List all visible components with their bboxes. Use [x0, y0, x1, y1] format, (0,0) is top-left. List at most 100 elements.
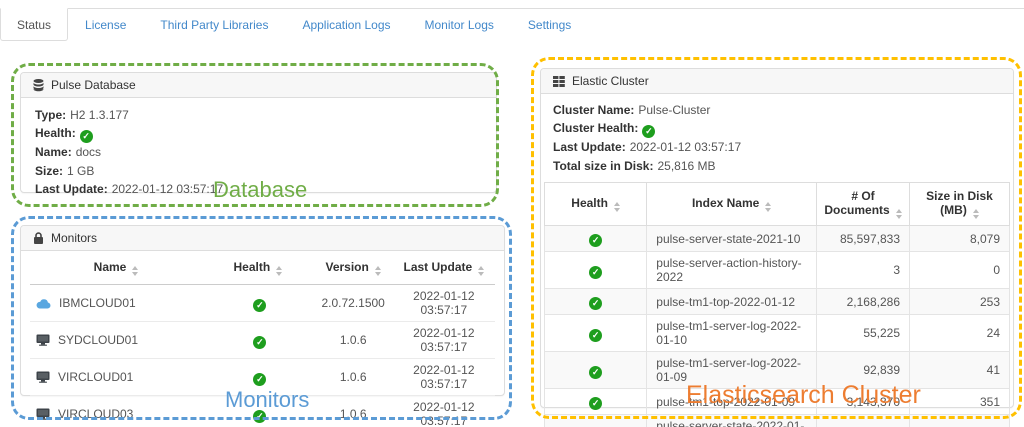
index-documents: 2,932,412 [817, 415, 910, 427]
monitor-last-update: 2022-01-12 03:57:17 [393, 285, 495, 322]
col-header-health[interactable]: Health [545, 183, 647, 226]
elastic-cluster-panel: Elastic Cluster Cluster Name Pulse-Cluste… [540, 68, 1014, 408]
tab-settings[interactable]: Settings [511, 9, 588, 41]
monitor-version: 2.0.72.1500 [314, 285, 393, 322]
index-size: 8,079 [910, 226, 1010, 252]
pulse-database-panel-header: Pulse Database [21, 73, 496, 98]
monitors-table-header-row: Name Health Version Last Update [30, 251, 495, 285]
field-value: 1 GB [67, 164, 94, 178]
col-header-version[interactable]: Version [314, 251, 393, 285]
elastic-cluster-panel-title: Elastic Cluster [572, 74, 649, 88]
db-health-field: Health [35, 124, 482, 143]
index-row[interactable]: pulse-tm1-top-2022-01-09 3,143,370 351 [545, 389, 1010, 415]
tab-license[interactable]: License [68, 9, 143, 41]
monitor-last-update: 2022-01-12 03:57:17 [393, 322, 495, 359]
tab-bar: Status License Third Party Libraries App… [0, 8, 1024, 41]
cluster-total-size-field: Total size in Disk 25,816 MB [553, 157, 1001, 175]
cluster-last-update-field: Last Update 2022-01-12 03:57:17 [553, 138, 1001, 156]
index-documents: 3,143,370 [817, 389, 910, 415]
col-header-name[interactable]: Name [30, 251, 202, 285]
monitor-row[interactable]: VIRCLOUD01 1.0.6 2022-01-12 03:57:17 [30, 359, 495, 396]
sort-icon[interactable] [276, 266, 282, 276]
monitor-name: VIRCLOUD01 [58, 370, 133, 384]
sort-icon[interactable] [132, 266, 138, 276]
tab-monitor-logs[interactable]: Monitor Logs [408, 9, 511, 41]
field-value: 25,816 MB [657, 159, 715, 173]
col-header-label: Health [234, 260, 271, 274]
db-last-update-field: Last Update 2022-01-12 03:57:17 [35, 180, 482, 198]
index-name: pulse-tm1-top-2022-01-09 [647, 389, 817, 415]
table-grid-icon [553, 76, 565, 87]
field-value: Pulse-Cluster [638, 103, 710, 117]
index-name: pulse-tm1-top-2022-01-12 [647, 289, 817, 315]
col-header-label: # Of Documents [824, 189, 889, 217]
index-row[interactable]: pulse-tm1-server-log-2022-01-09 92,839 4… [545, 352, 1010, 389]
db-name-field: Namedocs [35, 143, 482, 161]
index-name: pulse-server-action-history-2022 [647, 252, 817, 289]
check-circle-icon [589, 397, 602, 410]
field-label: Total size in Disk [553, 159, 653, 173]
sort-icon[interactable] [765, 202, 771, 212]
tab-application-logs[interactable]: Application Logs [285, 9, 407, 41]
col-header-last-update[interactable]: Last Update [393, 251, 495, 285]
cluster-health-field: Cluster Health [553, 119, 1001, 138]
field-label: Last Update [553, 140, 626, 154]
field-label: Size [35, 164, 63, 178]
database-icon [33, 79, 44, 92]
col-header-health[interactable]: Health [202, 251, 314, 285]
monitors-table: Name Health Version Last Update IBMCLOUD… [30, 251, 495, 427]
index-documents: 92,839 [817, 352, 910, 389]
sort-icon[interactable] [375, 266, 381, 276]
cloud-icon [36, 298, 51, 309]
index-row[interactable]: pulse-server-state-2021-10 85,597,833 8,… [545, 226, 1010, 252]
monitor-row[interactable]: SYDCLOUD01 1.0.6 2022-01-12 03:57:17 [30, 322, 495, 359]
field-label: Last Update [35, 182, 108, 196]
elastic-cluster-panel-header: Elastic Cluster [541, 69, 1013, 94]
col-header-size[interactable]: Size in Disk (MB) [910, 183, 1010, 226]
field-label: Cluster Name [553, 103, 634, 117]
index-documents: 55,225 [817, 315, 910, 352]
field-value: 2022-01-12 03:57:17 [630, 140, 741, 154]
db-type-field: TypeH2 1.3.177 [35, 106, 482, 124]
check-circle-icon [589, 266, 602, 279]
check-circle-icon [253, 410, 266, 423]
check-circle-icon [589, 366, 602, 379]
monitor-version: 1.0.6 [314, 322, 393, 359]
index-size: 0 [910, 252, 1010, 289]
check-circle-icon [589, 329, 602, 342]
index-row[interactable]: pulse-tm1-server-log-2022-01-10 55,225 2… [545, 315, 1010, 352]
index-name: pulse-tm1-server-log-2022-01-09 [647, 352, 817, 389]
monitor-version: 1.0.6 [314, 359, 393, 396]
monitor-last-update: 2022-01-12 03:57:17 [393, 396, 495, 427]
pulse-database-details: TypeH2 1.3.177 Health Namedocs Size1 GB … [21, 98, 496, 199]
check-circle-icon [642, 125, 655, 138]
elastic-table-header-row: Health Index Name # Of Documents Size in… [545, 183, 1010, 226]
col-header-index-name[interactable]: Index Name [647, 183, 817, 226]
col-header-label: Index Name [692, 196, 759, 210]
index-row[interactable]: pulse-tm1-top-2022-01-12 2,168,286 253 [545, 289, 1010, 315]
col-header-label: Version [325, 260, 368, 274]
monitor-name: SYDCLOUD01 [58, 333, 138, 347]
col-header-label: Name [94, 260, 127, 274]
elastic-cluster-details: Cluster Name Pulse-Cluster Cluster Health… [541, 94, 1013, 177]
sort-icon[interactable] [478, 266, 484, 276]
monitor-row[interactable]: VIRCLOUD03 1.0.6 2022-01-12 03:57:17 [30, 396, 495, 427]
index-row[interactable]: pulse-server-action-history-2022 3 0 [545, 252, 1010, 289]
field-value: 2022-01-12 03:57:17 [112, 182, 223, 196]
monitor-row[interactable]: IBMCLOUD01 2.0.72.1500 2022-01-12 03:57:… [30, 285, 495, 322]
index-documents: 85,597,833 [817, 226, 910, 252]
index-row[interactable]: pulse-server-state-2022-01-10 2,932,412 … [545, 415, 1010, 427]
field-label: Health [35, 126, 76, 140]
sort-icon[interactable] [973, 209, 979, 219]
field-label: Cluster Health [553, 121, 638, 135]
check-circle-icon [80, 130, 93, 143]
monitors-panel-title: Monitors [51, 231, 97, 245]
sort-icon[interactable] [614, 202, 620, 212]
index-size: 253 [910, 289, 1010, 315]
sort-icon[interactable] [896, 209, 902, 219]
col-header-documents[interactable]: # Of Documents [817, 183, 910, 226]
tab-status[interactable]: Status [0, 8, 68, 41]
tab-third-party-libraries[interactable]: Third Party Libraries [143, 9, 285, 41]
index-size: 283 [910, 415, 1010, 427]
pulse-database-panel-title: Pulse Database [51, 78, 136, 92]
